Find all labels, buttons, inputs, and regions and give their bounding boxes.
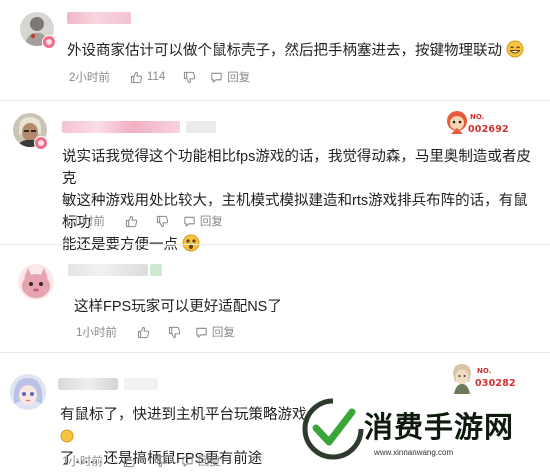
thumb-up-icon bbox=[123, 455, 136, 467]
thumb-up-icon bbox=[125, 215, 138, 227]
surprised-emoji-icon bbox=[182, 234, 200, 252]
reply-icon bbox=[184, 216, 195, 227]
badge-prefix: NO. bbox=[470, 113, 485, 121]
username-blurred[interactable] bbox=[58, 378, 118, 390]
level-badge-blurred bbox=[150, 264, 162, 276]
comment-text: 这样FPS玩家可以更好适配NS了 bbox=[74, 296, 534, 318]
reply-label: 回复 bbox=[199, 216, 223, 228]
username-blurred[interactable] bbox=[67, 12, 131, 24]
reply-label: 回复 bbox=[211, 327, 235, 339]
thumb-down-icon bbox=[184, 71, 196, 83]
reply-icon bbox=[182, 456, 193, 467]
thumb-down-icon bbox=[156, 215, 169, 227]
thumb-up-icon bbox=[130, 71, 143, 83]
watermark-url: www.xinnanwang.com bbox=[374, 448, 454, 457]
comment-time: 1小时前 bbox=[62, 456, 103, 468]
like-count: 114 bbox=[146, 71, 166, 83]
reply-label: 回复 bbox=[197, 456, 221, 468]
emoji-icon bbox=[60, 429, 74, 443]
like-button[interactable] bbox=[137, 326, 150, 339]
divider bbox=[0, 244, 550, 245]
like-button[interactable] bbox=[123, 455, 136, 468]
avatar[interactable] bbox=[10, 374, 46, 410]
dislike-button[interactable] bbox=[168, 326, 181, 339]
comment-text: 外设商家估计可以做个鼠标壳子，然后把手柄塞进去，按键物理联动 bbox=[67, 40, 537, 62]
like-button[interactable] bbox=[125, 215, 138, 228]
dislike-button[interactable] bbox=[156, 215, 169, 228]
reply-icon bbox=[196, 327, 207, 338]
thumb-down-icon bbox=[168, 326, 181, 338]
vip-icon bbox=[42, 35, 56, 49]
comment-time: 1小时前 bbox=[64, 216, 105, 228]
comment-line: 这样FPS玩家可以更好适配NS了 bbox=[74, 299, 282, 315]
dislike-button[interactable] bbox=[154, 455, 167, 468]
badge-prefix: NO. bbox=[477, 367, 492, 375]
comment-line: 有鼠标了，快进到主机平台玩策略游戏 bbox=[60, 407, 307, 423]
vip-icon bbox=[34, 136, 48, 150]
comment-line: 说实话我觉得这个功能相比fps游戏的话，我觉得动森，马里奥制造或者皮克 bbox=[62, 149, 531, 187]
avatar[interactable] bbox=[18, 264, 54, 300]
comment-time: 1小时前 bbox=[76, 327, 117, 339]
like-button[interactable]: 114 bbox=[130, 71, 165, 84]
reply-button[interactable]: 回复 bbox=[195, 324, 235, 340]
checkmark-logo-icon bbox=[302, 398, 364, 460]
grin-emoji-icon bbox=[506, 40, 524, 58]
comment-meta: 1小时前 回复 bbox=[76, 324, 235, 340]
site-watermark: 消费手游网 www.xinnanwang.com bbox=[300, 386, 550, 472]
reply-label: 回复 bbox=[227, 72, 251, 84]
reply-button[interactable]: 回复 bbox=[183, 213, 223, 229]
comment-meta: 1小时前 回复 bbox=[64, 213, 223, 229]
comment-time: 2小时前 bbox=[69, 72, 110, 84]
reply-button[interactable]: 回复 bbox=[181, 453, 221, 469]
username-blurred[interactable] bbox=[68, 264, 148, 276]
thumb-down-icon bbox=[154, 455, 167, 467]
level-badge-blurred bbox=[186, 121, 216, 133]
dislike-button[interactable] bbox=[183, 71, 196, 84]
divider bbox=[0, 352, 550, 353]
thumb-up-icon bbox=[137, 326, 150, 338]
watermark-title: 消费手游网 bbox=[364, 410, 515, 444]
comment-line: 外设商家估计可以做个鼠标壳子，然后把手柄塞进去，按键物理联动 bbox=[67, 43, 502, 59]
comment-meta: 1小时前 回复 bbox=[62, 453, 221, 469]
reply-button[interactable]: 回复 bbox=[210, 69, 250, 85]
comment-line: 能还是要方便一点 bbox=[62, 237, 178, 253]
comment-text: 说实话我觉得这个功能相比fps游戏的话，我觉得动森，马里奥制造或者皮克 敏这种游… bbox=[62, 146, 542, 256]
divider bbox=[0, 100, 550, 101]
username-blurred[interactable] bbox=[62, 121, 180, 133]
badge-number: 002692 bbox=[468, 124, 509, 135]
reply-icon bbox=[211, 72, 222, 83]
fan-badge: NO. 002692 bbox=[440, 108, 520, 144]
level-badge-blurred bbox=[124, 378, 158, 390]
comment-meta: 2小时前 114 回复 bbox=[69, 69, 250, 85]
